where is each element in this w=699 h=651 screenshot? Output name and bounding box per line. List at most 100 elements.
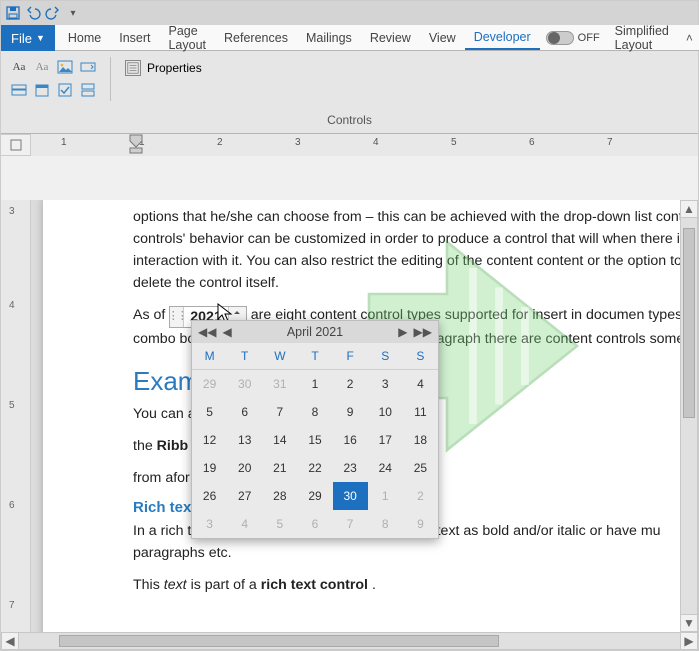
tab-developer[interactable]: Developer — [465, 26, 540, 50]
calendar-day[interactable]: 16 — [333, 426, 368, 454]
calendar-day[interactable]: 7 — [262, 398, 297, 426]
redo-icon[interactable] — [45, 5, 61, 21]
calendar-day[interactable]: 28 — [262, 482, 297, 510]
ribbon-panel: Aa Aa Properties Controls — [1, 51, 698, 134]
calendar-day[interactable]: 5 — [262, 510, 297, 538]
calendar-day[interactable]: 6 — [227, 398, 262, 426]
scroll-right-icon[interactable]: ▶ — [680, 632, 698, 650]
calendar-day[interactable]: 4 — [403, 370, 438, 398]
collapse-ribbon-icon[interactable]: ˄ — [678, 31, 699, 45]
vertical-ruler[interactable]: 34567 — [1, 200, 31, 632]
undo-icon[interactable] — [25, 5, 41, 21]
indent-marker-icon[interactable] — [129, 134, 143, 156]
vscroll-thumb[interactable] — [683, 228, 695, 418]
calendar-day[interactable]: 9 — [333, 398, 368, 426]
control-grip-icon[interactable]: ⋮⋮ — [170, 307, 184, 327]
tab-insert[interactable]: Insert — [110, 27, 159, 49]
qat-customize-icon[interactable]: ▾ — [65, 5, 81, 21]
calendar-next-year-icon[interactable]: ▶▶ — [414, 325, 432, 339]
toggle-label: OFF — [578, 32, 600, 44]
calendar-day[interactable]: 20 — [227, 454, 262, 482]
calendar-day[interactable]: 3 — [192, 510, 227, 538]
tab-view[interactable]: View — [420, 27, 465, 49]
calendar-day[interactable]: 13 — [227, 426, 262, 454]
calendar-day[interactable]: 27 — [227, 482, 262, 510]
calendar-day[interactable]: 29 — [297, 482, 332, 510]
calendar-day[interactable]: 15 — [297, 426, 332, 454]
calendar-day[interactable]: 19 — [192, 454, 227, 482]
text-run: This — [133, 577, 164, 593]
tab-mailings[interactable]: Mailings — [297, 27, 361, 49]
dropdown-control-button[interactable] — [9, 80, 29, 100]
simplified-layout-tab[interactable]: Simplified Layout — [606, 20, 678, 56]
calendar-day[interactable]: 7 — [333, 510, 368, 538]
checkbox-control-button[interactable] — [55, 80, 75, 100]
calendar-day[interactable]: 21 — [262, 454, 297, 482]
calendar-day[interactable]: 8 — [297, 398, 332, 426]
richtext-control-button[interactable]: Aa — [9, 57, 29, 77]
text-run: the — [133, 438, 157, 454]
calendar-day[interactable]: 2 — [403, 482, 438, 510]
calendar-day[interactable]: 11 — [403, 398, 438, 426]
scroll-up-icon[interactable]: ▲ — [680, 200, 698, 218]
calendar-day[interactable]: 25 — [403, 454, 438, 482]
combobox-control-button[interactable] — [78, 57, 98, 77]
scroll-left-icon[interactable]: ◀ — [1, 632, 19, 650]
hscroll-track[interactable] — [19, 632, 680, 650]
text-run-bold: Ribb — [157, 438, 189, 454]
calendar-day[interactable]: 1 — [368, 482, 403, 510]
calendar-day[interactable]: 30 — [333, 482, 368, 510]
tab-page-layout[interactable]: Page Layout — [159, 20, 215, 56]
horizontal-scrollbar[interactable]: ◀ ▶ — [1, 632, 698, 650]
ribbon-tabbar: File ▼ HomeInsertPage LayoutReferencesMa… — [1, 25, 698, 51]
calendar-day[interactable]: 10 — [368, 398, 403, 426]
scroll-down-icon[interactable]: ▼ — [680, 614, 698, 632]
controls-gallery: Aa Aa — [9, 57, 102, 100]
tab-references[interactable]: References — [215, 27, 297, 49]
calendar-day[interactable]: 6 — [297, 510, 332, 538]
calendar-next-month-icon[interactable]: ▶ — [398, 325, 407, 339]
vscroll-track[interactable] — [680, 218, 698, 614]
calendar-day[interactable]: 8 — [368, 510, 403, 538]
calendar-prev-month-icon[interactable]: ◀ — [222, 325, 231, 339]
calendar-day[interactable]: 2 — [333, 370, 368, 398]
repeating-control-button[interactable] — [78, 80, 98, 100]
save-icon[interactable] — [5, 5, 21, 21]
datepicker-control-button[interactable] — [32, 80, 52, 100]
calendar-prev-year-icon[interactable]: ◀◀ — [198, 325, 216, 339]
calendar-day[interactable]: 29 — [192, 370, 227, 398]
vruler-number: 5 — [9, 400, 15, 411]
picture-control-button[interactable] — [55, 57, 75, 77]
calendar-day[interactable]: 4 — [227, 510, 262, 538]
plaintext-control-button[interactable]: Aa — [32, 57, 52, 77]
vertical-scrollbar[interactable]: ▲ ▼ — [680, 200, 698, 632]
hscroll-thumb[interactable] — [59, 635, 499, 647]
file-tab[interactable]: File ▼ — [1, 25, 55, 51]
calendar-day[interactable]: 22 — [297, 454, 332, 482]
tab-review[interactable]: Review — [361, 27, 420, 49]
ruler-toggle[interactable] — [1, 134, 31, 156]
calendar-day[interactable]: 18 — [403, 426, 438, 454]
calendar-day[interactable]: 9 — [403, 510, 438, 538]
calendar-day[interactable]: 24 — [368, 454, 403, 482]
calendar-day[interactable]: 1 — [297, 370, 332, 398]
calendar-day[interactable]: 12 — [192, 426, 227, 454]
properties-button[interactable]: Properties — [119, 57, 208, 79]
horizontal-ruler[interactable]: 11234567 — [31, 134, 698, 156]
calendar-day[interactable]: 17 — [368, 426, 403, 454]
calendar-day[interactable]: 26 — [192, 482, 227, 510]
properties-icon — [125, 60, 141, 76]
text-run-bold: rich text control — [261, 577, 368, 593]
calendar-day[interactable]: 14 — [262, 426, 297, 454]
calendar-title[interactable]: April 2021 — [232, 325, 399, 339]
tab-home[interactable]: Home — [59, 27, 110, 49]
vruler-number: 6 — [9, 500, 15, 511]
calendar-dow: S — [368, 343, 403, 370]
calendar-day[interactable]: 30 — [227, 370, 262, 398]
calendar-day[interactable]: 5 — [192, 398, 227, 426]
file-tab-label: File — [11, 31, 32, 46]
layout-toggle[interactable]: OFF — [540, 31, 606, 45]
calendar-day[interactable]: 23 — [333, 454, 368, 482]
calendar-day[interactable]: 3 — [368, 370, 403, 398]
calendar-day[interactable]: 31 — [262, 370, 297, 398]
